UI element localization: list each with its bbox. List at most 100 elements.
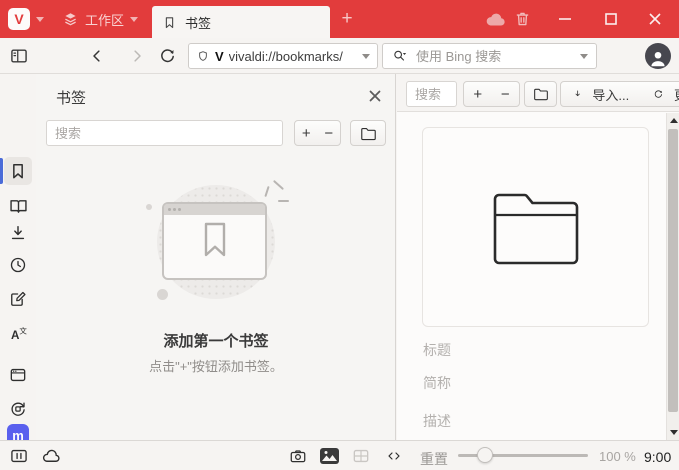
minimize-button[interactable] [554, 8, 576, 30]
url-dropdown-caret-icon[interactable] [362, 53, 370, 59]
sidebar-item-windows[interactable] [7, 364, 29, 386]
url-text: vivaldi://bookmarks/ [228, 48, 343, 64]
refresh-thumbnail-icon[interactable] [653, 87, 664, 102]
vivaldi-menu-button[interactable]: V [8, 8, 30, 30]
translate-icon: A 文 [11, 325, 27, 342]
sync-status-cloud-icon[interactable] [40, 445, 62, 467]
panel-toggle-icon[interactable] [8, 45, 30, 67]
vivaldi-menu-caret-icon[interactable] [36, 17, 44, 22]
empty-state-heading: 添加第一个书签 [163, 333, 269, 350]
url-field[interactable]: V vivaldi://bookmarks/ [188, 43, 378, 69]
panel-rail: A 文 m V [0, 74, 36, 470]
empty-state-window-graphic [162, 202, 267, 280]
capture-page-icon[interactable] [287, 445, 309, 467]
editor-search-input[interactable] [406, 81, 457, 107]
sidebar-item-translate[interactable]: A 文 [7, 324, 29, 346]
close-button[interactable] [644, 8, 666, 30]
reading-list-icon [9, 199, 27, 213]
shield-icon [199, 50, 207, 61]
decor-dot [157, 289, 168, 300]
trash-icon[interactable] [513, 9, 532, 29]
notes-icon [11, 291, 26, 306]
bookmark-icon [165, 16, 174, 28]
add-bookmark-button[interactable]: + [302, 125, 311, 142]
search-dropdown-caret-icon[interactable] [580, 53, 588, 59]
scrollbar-thumb[interactable] [668, 129, 678, 412]
panel-close-button[interactable] [366, 87, 384, 105]
folder-icon [533, 88, 548, 101]
add-button[interactable]: + [473, 86, 482, 103]
editor-toolbar: + − 导入... 更 [397, 74, 679, 112]
title-field[interactable]: 标题 [423, 340, 451, 360]
tab-bookmarks[interactable]: 书签 [152, 6, 330, 38]
search-input[interactable] [414, 47, 574, 65]
workspace-caret-icon [130, 16, 139, 22]
page-tiling-icon[interactable] [350, 445, 372, 467]
sidebar-item-history[interactable] [7, 254, 29, 276]
folder-icon [360, 127, 376, 140]
back-button[interactable] [86, 45, 108, 67]
reload-button[interactable] [156, 45, 178, 67]
clock[interactable]: 9:00 [644, 449, 671, 465]
toggle-images-icon[interactable] [318, 445, 340, 467]
sync-cloud-icon[interactable] [484, 9, 508, 29]
import-arrow-icon [575, 90, 580, 97]
scroll-up-arrow-icon[interactable] [670, 118, 678, 123]
person-icon [651, 51, 665, 67]
update-thumbnail-button[interactable]: 更 [674, 85, 679, 104]
active-panel-indicator [0, 158, 3, 184]
import-button-group: 导入... 更 [560, 81, 679, 107]
svg-text:文: 文 [19, 325, 27, 335]
zoom-slider-thumb[interactable] [477, 447, 493, 463]
workspace-button[interactable]: 工作区 [58, 7, 142, 31]
bookmarks-search-input[interactable] [46, 120, 283, 146]
sparkle-icon [264, 179, 290, 208]
sidebar-item-downloads[interactable] [7, 222, 29, 244]
description-field[interactable]: 描述 [423, 411, 451, 431]
sidebar-item-reading-list[interactable] [7, 195, 29, 217]
panel-title: 书签 [56, 90, 87, 107]
search-engine-icon[interactable] [391, 48, 408, 64]
vivaldi-logo-letter: V [14, 11, 24, 27]
bookmarks-editor-panel: + − 导入... 更 [397, 74, 679, 440]
page-actions-icon[interactable] [383, 445, 405, 467]
maximize-button[interactable] [600, 8, 622, 30]
folder-large-icon [493, 193, 578, 265]
clock-icon [10, 257, 26, 273]
bookmark-icon [13, 164, 23, 179]
bookmark-add-remove-group: + − [294, 120, 341, 146]
statusbar: 重置 100 % 9:00 [0, 440, 679, 470]
window-icon [10, 368, 26, 382]
bookmarks-panel: 书签 + − [36, 74, 396, 440]
new-folder-button[interactable] [350, 120, 386, 146]
workspace-label: 工作区 [85, 12, 125, 28]
zoom-level-value: 100 % [599, 449, 636, 464]
import-button[interactable]: 导入... [592, 85, 629, 104]
empty-state-subtext: 点击"+"按钮添加书签。 [149, 359, 283, 374]
nickname-field[interactable]: 简称 [423, 373, 451, 393]
zoom-reset-button[interactable]: 重置 [420, 449, 448, 469]
remove-button[interactable]: − [501, 86, 510, 103]
bookmark-icon [204, 222, 226, 257]
vivaldi-badge-icon: V [215, 48, 224, 64]
editor-add-remove-group: + − [463, 81, 520, 107]
editor-new-folder-button[interactable] [524, 81, 557, 107]
scrollbar[interactable] [666, 113, 679, 440]
profile-avatar[interactable] [645, 43, 671, 69]
forward-button[interactable] [126, 45, 148, 67]
scroll-down-arrow-icon[interactable] [670, 430, 678, 435]
panel-toggle-status-icon[interactable] [8, 445, 30, 467]
vivaldi-window: V 工作区 书签 + V vivaldi://bookmarks/ 使用 Bin… [0, 0, 679, 470]
bookmark-thumbnail-card[interactable] [422, 127, 649, 327]
remove-bookmark-button[interactable]: − [324, 125, 333, 142]
titlebar: V 工作区 书签 + [0, 0, 679, 38]
sidebar-item-sessions[interactable] [7, 398, 29, 420]
new-tab-button[interactable]: + [336, 8, 358, 30]
download-icon [11, 226, 25, 240]
sidebar-item-bookmarks[interactable] [4, 157, 32, 185]
session-sync-icon [11, 402, 25, 416]
close-icon [369, 90, 381, 102]
sidebar-item-notes[interactable] [7, 288, 29, 310]
search-field[interactable] [382, 43, 597, 69]
decor-dot [146, 204, 152, 210]
